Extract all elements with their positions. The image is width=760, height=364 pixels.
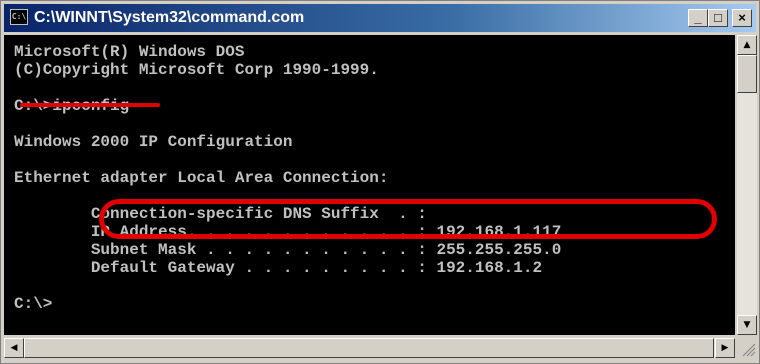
console-prompt: C:\> bbox=[14, 295, 53, 313]
window-title: C:\WINNT\System32\command.com bbox=[34, 9, 305, 26]
ipconfig-underline-annotation bbox=[20, 103, 160, 107]
horizontal-scroll-thumb[interactable] bbox=[24, 338, 714, 358]
resize-grip-icon bbox=[742, 343, 756, 357]
console-line: (C)Copyright Microsoft Corp 1990-1999. bbox=[14, 61, 379, 79]
horizontal-scrollbar[interactable]: ◀ ▶ bbox=[4, 338, 735, 358]
scroll-right-button[interactable]: ▶ bbox=[715, 338, 735, 358]
command-window: C:\ C:\WINNT\System32\command.com _ □ × … bbox=[0, 0, 760, 364]
minimize-button[interactable]: _ bbox=[688, 9, 708, 27]
maximize-button[interactable]: □ bbox=[708, 9, 728, 27]
console-line: Default Gateway . . . . . . . . . : 192.… bbox=[14, 259, 543, 277]
console-output[interactable]: Microsoft(R) Windows DOS (C)Copyright Mi… bbox=[4, 35, 735, 335]
command-prompt-icon[interactable]: C:\ bbox=[10, 9, 28, 25]
console-line: Ethernet adapter Local Area Connection: bbox=[14, 169, 389, 187]
vertical-scrollbar[interactable]: ▲ ▼ bbox=[737, 35, 757, 335]
console-line: Microsoft(R) Windows DOS bbox=[14, 43, 245, 61]
scroll-up-button[interactable]: ▲ bbox=[737, 35, 757, 55]
console-line: Windows 2000 IP Configuration bbox=[14, 133, 293, 151]
scroll-left-button[interactable]: ◀ bbox=[4, 338, 24, 358]
close-button[interactable]: × bbox=[732, 9, 752, 27]
console-line: Subnet Mask . . . . . . . . . . . : 255.… bbox=[14, 241, 562, 259]
scroll-down-button[interactable]: ▼ bbox=[737, 315, 757, 335]
title-bar[interactable]: C:\ C:\WINNT\System32\command.com _ □ × bbox=[4, 4, 756, 32]
vertical-scroll-thumb[interactable] bbox=[737, 55, 757, 93]
ip-address-highlight-annotation bbox=[99, 199, 717, 239]
resize-grip[interactable] bbox=[737, 338, 757, 358]
